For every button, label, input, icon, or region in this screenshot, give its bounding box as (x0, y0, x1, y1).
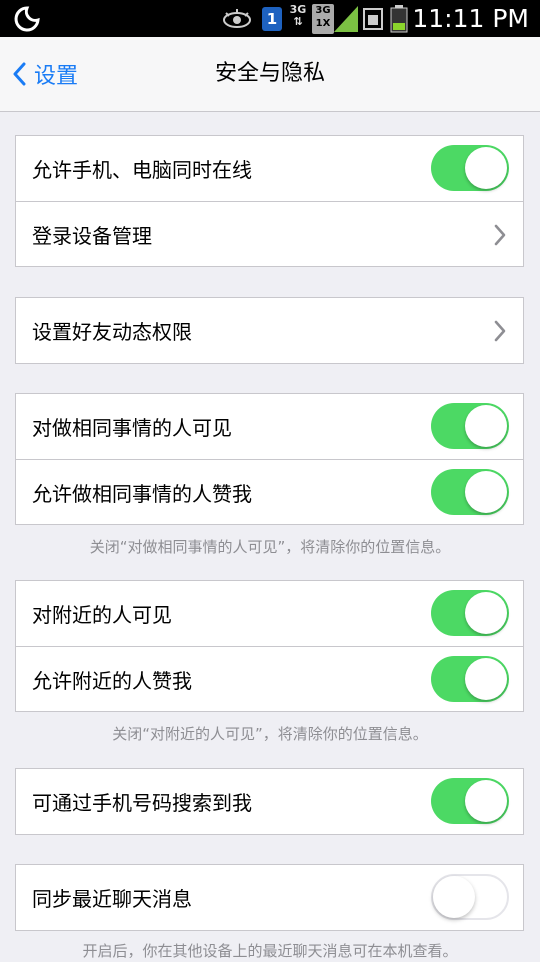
row-label: 同步最近聊天消息 (32, 887, 192, 911)
row-label: 允许附近的人赞我 (32, 668, 192, 693)
eye-icon (223, 9, 251, 28)
settings-group-friend-feed: 设置好友动态权限 (15, 297, 524, 364)
footnote-nearby: 关闭“对附近的人可见”，将清除你的位置信息。 (112, 725, 428, 743)
row-allow-multi-online: 允许手机、电脑同时在线 (16, 136, 523, 201)
chevron-right-icon (494, 224, 506, 246)
page-title: 安全与隐私 (214, 61, 325, 86)
row-like-nearby: 允许附近的人赞我 (16, 646, 523, 711)
row-like-same-activity: 允许做相同事情的人赞我 (16, 459, 523, 524)
settings-group-nearby: 对附近的人可见 允许附近的人赞我 (15, 580, 524, 712)
settings-group-online: 允许手机、电脑同时在线 登录设备管理 (15, 135, 524, 267)
settings-group-same-activity: 对做相同事情的人可见 允许做相同事情的人赞我 (15, 393, 524, 525)
row-label: 可通过手机号码搜索到我 (32, 791, 252, 815)
sd-card-icon (363, 8, 383, 30)
network-signal-icon: 3G 1X (312, 4, 358, 34)
footnote-sync-chat: 开启后，你在其他设备上的最近聊天消息可在本机查看。 (82, 942, 458, 960)
footnote-same-activity: 关闭“对做相同事情的人可见”，将清除你的位置信息。 (89, 538, 451, 556)
toggle-search-by-phone[interactable] (431, 778, 509, 824)
row-visible-nearby: 对附近的人可见 (16, 581, 523, 646)
row-label: 对做相同事情的人可见 (32, 416, 232, 440)
toggle-visible-same-activity[interactable] (431, 403, 509, 449)
navigation-bar: 设置 安全与隐私 (0, 37, 540, 112)
settings-group-phone-search: 可通过手机号码搜索到我 (15, 768, 524, 835)
toggle-sync-recent-chat[interactable] (431, 874, 509, 920)
toggle-visible-nearby[interactable] (431, 590, 509, 636)
row-label: 登录设备管理 (32, 223, 152, 248)
do-not-disturb-moon-icon (14, 6, 40, 32)
chevron-right-icon (494, 320, 506, 342)
row-sync-recent-chat: 同步最近聊天消息 (16, 865, 523, 930)
row-label: 允许手机、电脑同时在线 (32, 158, 252, 182)
row-friend-feed-permission[interactable]: 设置好友动态权限 (16, 298, 523, 363)
settings-group-sync-chat: 同步最近聊天消息 (15, 864, 524, 931)
network-3g-icon: 3G ⇅ (289, 3, 307, 28)
toggle-like-nearby[interactable] (431, 656, 509, 702)
status-bar: 1 3G ⇅ 3G 1X 11:11 PM (0, 0, 540, 37)
row-visible-same-activity: 对做相同事情的人可见 (16, 394, 523, 459)
row-label: 允许做相同事情的人赞我 (32, 481, 252, 506)
row-label: 设置好友动态权限 (32, 320, 192, 344)
toggle-allow-multi-online[interactable] (431, 145, 509, 191)
row-search-by-phone: 可通过手机号码搜索到我 (16, 769, 523, 834)
row-label: 对附近的人可见 (32, 603, 172, 627)
sim-slot-icon: 1 (262, 7, 282, 31)
toggle-like-same-activity[interactable] (431, 469, 509, 515)
battery-icon (390, 5, 408, 33)
status-time: 11:11 PM (412, 4, 529, 33)
row-device-management[interactable]: 登录设备管理 (16, 201, 523, 266)
